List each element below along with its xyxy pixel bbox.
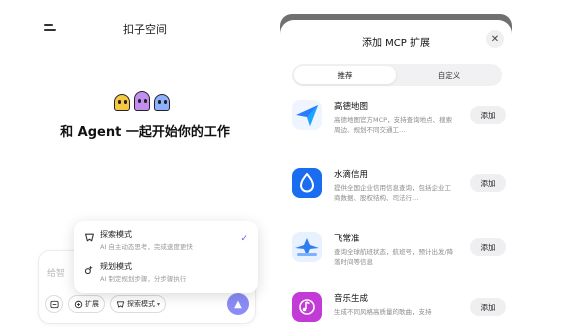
mode-menu: 探索模式 AI 自主动态思考，完成速度更快 ✓ 规划模式 AI 制定规划步骤，分… [74, 221, 258, 293]
add-extension-button[interactable]: 添加 [470, 238, 506, 256]
close-icon: ✕ [490, 33, 500, 45]
add-extension-button[interactable]: 添加 [470, 106, 506, 124]
mascot-yellow-icon [114, 94, 130, 111]
extension-item: 飞常准 查询全球航班状态，航班号，预计出发/降落时间等信息 添加 [292, 232, 506, 284]
extension-item: 高德地图 高德地图官方MCP，支持查询地点、搜索周边、规划不同交通工… 添加 [292, 100, 506, 152]
mode-option-plan[interactable]: 规划模式 AI 制定规划步骤，分步骤执行 [84, 261, 252, 287]
extension-desc: 生成不同风格高质量的歌曲，支持 [334, 308, 432, 316]
extension-name: 音乐生成 [334, 294, 369, 304]
extension-desc: 查询全球航班状态，航班号，预计出发/降落时间等信息 [334, 248, 454, 266]
explore-mode-icon [84, 232, 96, 244]
mode-option-name: 探索模式 [100, 230, 132, 239]
extension-desc: 提供全国企业信用信息查询，包括企业工商数据、股权结构、司法行… [334, 184, 451, 202]
headline: 和 Agent 一起开始你的工作 [60, 125, 230, 140]
airplane-icon [292, 232, 322, 262]
mode-select-label: 探索模式 [127, 300, 155, 308]
extension-item: 音乐生成 生成不同风格高质量的歌曲，支持 添加 [292, 292, 506, 333]
plugin-icon [74, 300, 83, 308]
mode-select-button[interactable]: 探索模式 ▾ [110, 295, 167, 313]
screen: 扣子空间 和 Agent 一起开始你的工作 给智 扩展 探索模式 ▾ ▲ 探索模… [0, 0, 580, 333]
plan-mode-icon [84, 264, 96, 276]
mode-option-desc: AI 制定规划步骤，分步骤执行 [100, 275, 187, 283]
composer-placeholder[interactable]: 给智 [47, 266, 65, 279]
mode-option-explore[interactable]: 探索模式 AI 自主动态思考，完成速度更快 ✓ [84, 229, 252, 255]
add-extension-button[interactable]: 添加 [470, 298, 506, 316]
mascot-blue-icon [154, 94, 170, 111]
compass-icon [116, 300, 125, 308]
mascot-logo [114, 91, 174, 111]
mode-option-name: 规划模式 [100, 262, 132, 271]
extension-name: 飞常准 [334, 234, 360, 244]
extension-button[interactable]: 扩展 [68, 295, 105, 313]
attach-icon [49, 300, 59, 308]
tab-recommended[interactable]: 推荐 [294, 66, 396, 84]
check-icon: ✓ [240, 234, 248, 244]
arrow-up-icon: ▲ [234, 298, 242, 310]
send-button[interactable]: ▲ [227, 293, 249, 315]
composer-toolbar: 扩展 探索模式 ▾ [45, 295, 167, 313]
chevron-down-icon: ▾ [157, 300, 161, 308]
add-extension-button[interactable]: 添加 [470, 174, 506, 192]
mascot-purple-icon [134, 91, 150, 111]
music-note-icon [292, 292, 322, 322]
sheet-title: 添加 MCP 扩展 [362, 38, 430, 49]
mode-option-desc: AI 自主动态思考，完成速度更快 [100, 243, 193, 251]
water-drop-icon [292, 168, 322, 198]
extension-name: 水滴信用 [334, 170, 369, 180]
close-button[interactable]: ✕ [486, 30, 504, 48]
map-pin-icon [292, 100, 322, 130]
extension-name: 高德地图 [334, 102, 369, 112]
tab-custom[interactable]: 自定义 [398, 66, 500, 84]
mcp-extension-sheet: 添加 MCP 扩展 ✕ 推荐 自定义 高德地图 高德地图官方MCP，支持查询地点… [280, 20, 512, 333]
app-title: 扣子空间 [123, 23, 167, 36]
tab-switcher: 推荐 自定义 [292, 64, 502, 86]
extension-desc: 高德地图官方MCP，支持查询地点、搜索周边、规划不同交通工… [334, 116, 453, 134]
extension-item: 水滴信用 提供全国企业信用信息查询，包括企业工商数据、股权结构、司法行… 添加 [292, 168, 506, 220]
extension-label: 扩展 [85, 300, 99, 308]
attach-button[interactable] [45, 295, 63, 313]
